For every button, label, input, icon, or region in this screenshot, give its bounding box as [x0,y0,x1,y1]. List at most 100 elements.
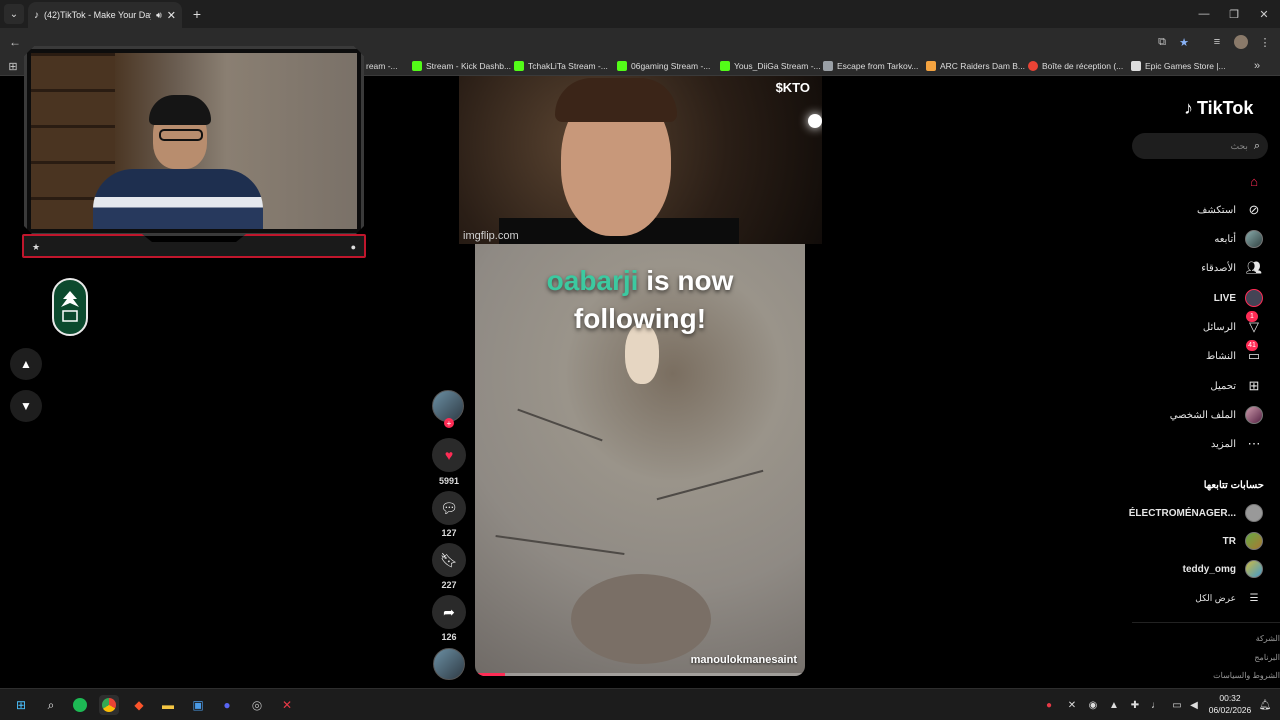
restore-button[interactable]: ❐ [1224,5,1244,23]
streamer-body [93,169,263,229]
sidebar-item-explore[interactable]: استكشف ⊘ [1197,199,1264,221]
sidebar-item-home[interactable]: ⌂ [1236,170,1264,192]
profile-icon [1244,405,1264,425]
bookmark-item[interactable]: 06gaming Stream -... [617,59,710,73]
following-account[interactable]: teddy_omg [1183,558,1264,580]
follow-plus-icon[interactable]: + [444,418,454,428]
tray-app-icon[interactable]: ✕ [1065,698,1079,712]
notification-bell-icon[interactable]: 🔔︎ [1258,698,1272,712]
chrome-icon[interactable] [99,695,119,715]
volume-icon[interactable]: ◀ [1187,698,1201,712]
share-button[interactable]: ➦ [432,595,466,629]
sidebar-item-live[interactable]: LIVE [1214,287,1264,309]
windows-start-icon[interactable]: ⊞ [11,695,31,715]
kick-icon [514,61,524,71]
sidebar-item-upload[interactable]: تحميل ⊞ [1210,375,1264,397]
footer-company-link[interactable]: الشركة [1256,634,1280,643]
meme-gif: $KTO imgflip.com [459,76,822,244]
search-input[interactable]: بحث [1231,141,1248,152]
sidebar-divider [1132,622,1280,623]
spotify-icon[interactable] [70,695,90,715]
tiktok-logo[interactable]: ♪ TikTok [1184,98,1253,119]
video-player[interactable]: oabarji is now following! manoulokmanesa… [475,244,805,676]
minimize-button[interactable]: — [1194,5,1214,23]
comment-button[interactable]: 💬︎ [432,491,466,525]
save-count: 227 [441,580,457,590]
bookmark-item[interactable]: Boîte de réception (... [1028,59,1123,73]
more-bookmarks-icon[interactable]: » [1248,57,1266,75]
bookmark-partial[interactable]: ream -... [366,59,398,73]
bookmark-item[interactable]: Epic Games Store |... [1131,59,1226,73]
video-author[interactable]: manoulokmanesaint [691,654,797,666]
bookmark-item[interactable]: ARC Raiders Dam B... [926,59,1025,73]
following-account-name: ÉLECTROMÉNAGER... [1128,507,1236,519]
tray-app-icon[interactable]: ▲ [1107,698,1121,712]
media-control-icon[interactable]: ≡ [1208,33,1226,51]
send-icon: ▽ 1 [1244,311,1264,337]
new-tab-button[interactable]: + [188,5,206,23]
ground-crack [517,408,603,442]
list-icon: ☰ [1249,592,1259,604]
webcam-frame [24,46,364,236]
bookmark-item[interactable]: Escape from Tarkov... [823,59,918,73]
epic-games-icon [1131,61,1141,71]
speaker-icon[interactable]: 🔊︎ [156,10,162,21]
footer-program-link[interactable]: البرنامج [1254,653,1280,662]
ground-crack [656,469,764,501]
gif-light [808,114,822,128]
like-button[interactable]: ♥ [432,438,466,472]
previous-video-button[interactable]: ▲ [10,348,42,380]
friends-icon: 👥︎ [1245,260,1263,275]
tray-app-icon[interactable]: ✚ [1128,698,1142,712]
next-video-button[interactable]: ▼ [10,390,42,422]
sidebar-item-label: استكشف [1197,204,1236,216]
following-account[interactable]: TR [1223,530,1264,552]
bookmark-item[interactable]: Yous_DiiGa Stream -... [720,59,821,73]
microphone-icon[interactable]: ♩ [1149,698,1163,712]
system-clock[interactable]: 00:32 06/02/2026 [1206,692,1254,716]
see-all-link[interactable]: عرض الكل ☰ [1195,587,1264,609]
obs-icon[interactable]: ◎ [247,695,267,715]
close-tab-icon[interactable]: ✕ [167,9,176,22]
sidebar-item-friends[interactable]: الأصدقاء 👥︎ [1201,257,1264,279]
brave-icon[interactable]: ◆ [129,695,149,715]
more-icon: ⋯ [1247,436,1261,451]
photos-icon[interactable]: ▣ [188,695,208,715]
mic-muted-icon[interactable]: ● [1042,698,1056,712]
search-bar[interactable]: بحث ⌕ [1132,133,1268,159]
music-disc-avatar[interactable] [433,648,465,680]
following-account[interactable]: ÉLECTROMÉNAGER... [1129,502,1264,524]
gif-watermark: imgflip.com [463,230,519,242]
search-icon[interactable]: ⌕ [41,695,61,715]
save-button[interactable]: 🔖︎ [432,543,466,577]
tab-tiktok[interactable]: ♪ (42)TikTok - Make Your Day 🔊︎ ✕ [28,2,182,28]
footer-terms-link[interactable]: الشروط والسياسات [1213,671,1280,680]
app-icon[interactable]: ✕ [277,695,297,715]
video-progress[interactable] [475,673,805,676]
network-icon[interactable]: ▭ [1170,698,1184,712]
tray-app-icon[interactable]: ◉ [1086,698,1100,712]
install-app-icon[interactable]: ⧉ [1153,33,1171,51]
file-explorer-icon[interactable]: ▬ [158,695,178,715]
discord-icon[interactable]: ● [217,695,237,715]
messages-badge: 1 [1246,311,1258,322]
sidebar-item-messages[interactable]: الرسائل ▽ 1 [1203,311,1264,338]
bookmark-star-icon[interactable]: ★ [1175,33,1193,51]
gif-hair [555,78,677,122]
sidebar-item-following[interactable]: أتابعه [1214,228,1264,250]
menu-icon[interactable]: ⋮ [1256,33,1274,51]
channel-logo [52,278,88,336]
sidebar-item-more[interactable]: المزيد ⋯ [1211,433,1264,455]
bookmark-item[interactable]: Stream - Kick Dashb... [412,59,511,73]
video-progress-fill [475,673,505,676]
following-account-name: TR [1222,535,1236,547]
search-icon[interactable]: ⌕ [1254,140,1260,153]
profile-avatar[interactable] [1232,33,1250,51]
tab-list-button[interactable]: ⌄ [4,4,24,24]
star-icon: ★ [32,242,41,252]
activity-icon: ▭ 41 [1246,340,1261,363]
sidebar-item-profile[interactable]: الملف الشخصي [1170,404,1264,426]
bookmark-item[interactable]: TchakLiTa Stream -... [514,59,608,73]
close-window-button[interactable]: ✕ [1254,5,1274,23]
sidebar-item-activity[interactable]: النشاط ▭ 41 [1206,340,1264,367]
